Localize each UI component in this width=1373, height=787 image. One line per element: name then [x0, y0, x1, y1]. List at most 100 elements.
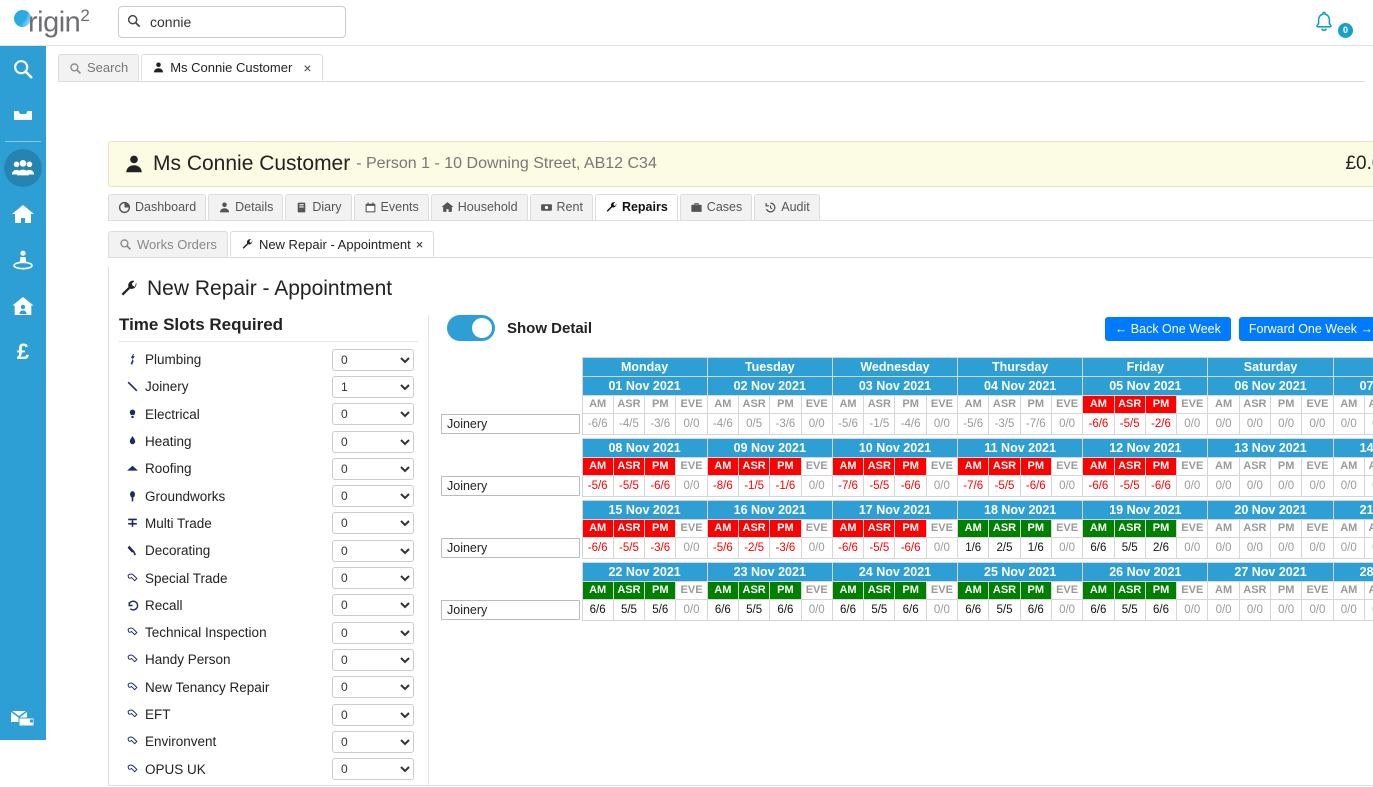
calendar-slot-label-pm[interactable]: PM — [894, 581, 927, 600]
calendar-availability-cell[interactable]: -3/6 — [769, 413, 802, 435]
calendar-availability-cell[interactable]: -6/6 — [1144, 475, 1178, 497]
document-tab-search[interactable]: Search — [58, 54, 140, 81]
calendar-slot-label-pm[interactable]: PM — [1019, 457, 1052, 476]
calendar-availability-cell[interactable]: 1/6 — [1019, 537, 1052, 559]
calendar-slot-label-eve[interactable]: EVE — [925, 581, 959, 600]
calendar-slot-label-asr[interactable]: ASR — [988, 519, 1021, 538]
calendar-slot-label-pm[interactable]: PM — [1019, 395, 1052, 414]
calendar-slot-label-eve[interactable]: EVE — [925, 519, 959, 538]
calendar-slot-label-eve[interactable]: EVE — [800, 581, 833, 600]
calendar-slot-label-asr[interactable]: ASR — [988, 581, 1021, 600]
calendar-availability-cell[interactable]: -6/6 — [581, 537, 614, 559]
calendar-availability-cell[interactable]: 0/0 — [1238, 599, 1272, 621]
calendar-slot-label-am[interactable]: AM — [831, 457, 865, 476]
calendar-slot-label-am[interactable]: AM — [957, 457, 990, 476]
calendar-availability-cell[interactable]: 0/0 — [1270, 599, 1303, 621]
calendar-slot-label-pm[interactable]: PM — [1144, 581, 1178, 600]
calendar-availability-cell[interactable]: 0/0 — [1207, 413, 1240, 435]
calendar-slot-label-asr[interactable]: ASR — [863, 457, 896, 476]
calendar-slot-label-am[interactable]: AM — [957, 519, 990, 538]
calendar-slot-label-eve[interactable]: EVE — [800, 395, 833, 414]
calendar-slot-label-eve[interactable]: EVE — [800, 457, 833, 476]
calendar-availability-cell[interactable]: 2/5 — [988, 537, 1021, 559]
calendar-slot-label-asr[interactable]: ASR — [1363, 581, 1373, 600]
time-slot-select-handy-person[interactable]: 0123456 — [332, 648, 414, 671]
calendar-availability-cell[interactable]: -5/6 — [831, 413, 865, 435]
calendar-availability-cell[interactable]: 0/0 — [1238, 475, 1272, 497]
calendar-availability-cell[interactable]: 0/0 — [1050, 413, 1084, 435]
calendar-availability-cell[interactable]: 0/0 — [800, 537, 833, 559]
calendar-slot-label-asr[interactable]: ASR — [737, 457, 771, 476]
calendar-availability-cell[interactable]: 0/0 — [1176, 599, 1209, 621]
close-icon[interactable]: × — [416, 232, 424, 257]
calendar-slot-label-am[interactable]: AM — [1082, 395, 1115, 414]
calendar-availability-cell[interactable]: 0/0 — [800, 599, 833, 621]
calendar-slot-label-pm[interactable]: PM — [1019, 581, 1052, 600]
section-tab-audit[interactable]: Audit — [754, 194, 820, 220]
sub-tab-works-orders[interactable]: Works Orders — [108, 231, 228, 257]
calendar-slot-label-eve[interactable]: EVE — [1050, 395, 1084, 414]
calendar-availability-cell[interactable]: -6/6 — [831, 537, 865, 559]
calendar-availability-cell[interactable]: 0/0 — [1332, 413, 1365, 435]
section-tab-repairs[interactable]: Repairs — [594, 194, 678, 220]
time-slot-select-heating[interactable]: 0123456 — [332, 430, 414, 453]
calendar-availability-cell[interactable]: 5/5 — [988, 599, 1021, 621]
calendar-availability-cell[interactable]: -2/5 — [737, 537, 771, 559]
calendar-availability-cell[interactable]: -5/5 — [863, 537, 896, 559]
calendar-availability-cell[interactable]: -6/6 — [644, 475, 677, 497]
calendar-slot-label-pm[interactable]: PM — [769, 581, 802, 600]
calendar-slot-label-pm[interactable]: PM — [644, 519, 677, 538]
calendar-slot-label-pm[interactable]: PM — [1270, 395, 1303, 414]
calendar-slot-label-asr[interactable]: ASR — [737, 395, 771, 414]
calendar-slot-label-am[interactable]: AM — [1207, 581, 1240, 600]
calendar-availability-cell[interactable]: -5/6 — [581, 475, 614, 497]
time-slot-select-electrical[interactable]: 0123456 — [332, 403, 414, 426]
calendar-slot-label-pm[interactable]: PM — [644, 457, 677, 476]
calendar-slot-label-am[interactable]: AM — [1332, 581, 1365, 600]
calendar-availability-cell[interactable]: 0/0 — [675, 599, 708, 621]
calendar-slot-label-asr[interactable]: ASR — [1113, 457, 1146, 476]
calendar-slot-label-pm[interactable]: PM — [769, 395, 802, 414]
calendar-availability-cell[interactable]: -6/6 — [1019, 475, 1052, 497]
calendar-availability-cell[interactable]: 5/5 — [612, 599, 646, 621]
calendar-slot-label-pm[interactable]: PM — [644, 395, 677, 414]
calendar-availability-cell[interactable]: 5/5 — [1113, 537, 1146, 559]
calendar-availability-cell[interactable]: -8/6 — [706, 475, 739, 497]
calendar-slot-label-am[interactable]: AM — [831, 581, 865, 600]
calendar-slot-label-asr[interactable]: ASR — [988, 457, 1021, 476]
calendar-slot-label-am[interactable]: AM — [581, 519, 614, 538]
calendar-availability-cell[interactable]: 0/0 — [675, 475, 708, 497]
calendar-slot-label-eve[interactable]: EVE — [1301, 395, 1334, 414]
rail-item-help[interactable]: ? — [0, 741, 46, 787]
calendar-slot-label-asr[interactable]: ASR — [1363, 457, 1373, 476]
calendar-slot-label-eve[interactable]: EVE — [1176, 395, 1209, 414]
calendar-slot-label-asr[interactable]: ASR — [863, 519, 896, 538]
calendar-slot-label-eve[interactable]: EVE — [1176, 519, 1209, 538]
calendar-availability-cell[interactable]: -5/5 — [863, 475, 896, 497]
calendar-availability-cell[interactable]: 0/0 — [1176, 475, 1209, 497]
calendar-availability-cell[interactable]: 0/0 — [800, 475, 833, 497]
calendar-availability-cell[interactable]: 6/6 — [1144, 599, 1178, 621]
calendar-availability-cell[interactable]: -1/6 — [769, 475, 802, 497]
sub-tab-new-repair-appointment[interactable]: New Repair - Appointment × — [229, 231, 435, 257]
calendar-slot-label-am[interactable]: AM — [581, 457, 614, 476]
calendar-slot-label-asr[interactable]: ASR — [863, 395, 896, 414]
calendar-availability-cell[interactable]: 0/0 — [675, 537, 708, 559]
time-slot-select-joinery[interactable]: 0123456 — [332, 375, 414, 398]
calendar-availability-cell[interactable]: 0/0 — [1270, 413, 1303, 435]
calendar-availability-cell[interactable]: 1/6 — [957, 537, 990, 559]
calendar-availability-cell[interactable]: -4/6 — [894, 413, 927, 435]
calendar-availability-cell[interactable]: -6/6 — [1082, 475, 1115, 497]
calendar-slot-label-eve[interactable]: EVE — [800, 519, 833, 538]
calendar-slot-label-eve[interactable]: EVE — [1301, 457, 1334, 476]
time-slot-select-roofing[interactable]: 0123456 — [332, 457, 414, 480]
calendar-availability-cell[interactable]: -4/5 — [612, 413, 646, 435]
calendar-availability-cell[interactable]: -6/6 — [1082, 413, 1115, 435]
calendar-availability-cell[interactable]: -3/6 — [769, 537, 802, 559]
calendar-slot-label-eve[interactable]: EVE — [925, 457, 959, 476]
calendar-slot-label-eve[interactable]: EVE — [1176, 581, 1209, 600]
calendar-slot-label-pm[interactable]: PM — [1270, 519, 1303, 538]
calendar-slot-label-eve[interactable]: EVE — [1301, 581, 1334, 600]
calendar-slot-label-asr[interactable]: ASR — [1363, 395, 1373, 414]
calendar-slot-label-asr[interactable]: ASR — [1238, 519, 1272, 538]
